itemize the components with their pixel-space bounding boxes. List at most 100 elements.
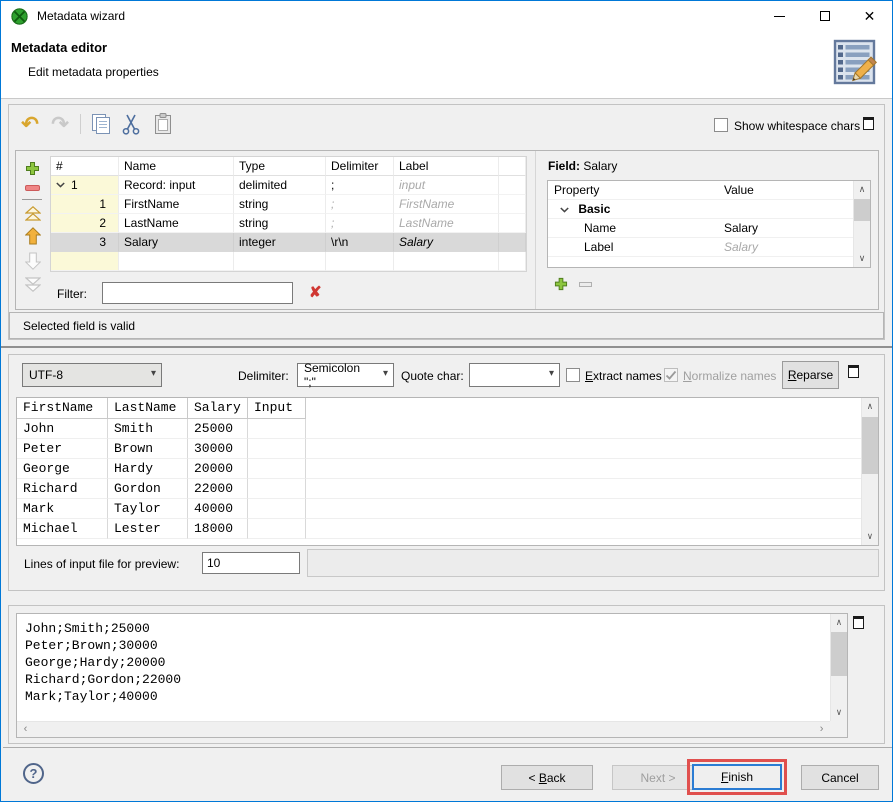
help-button[interactable]: ? [23, 763, 44, 784]
preview-row[interactable]: JohnSmith25000 [17, 419, 861, 439]
reparse-button[interactable]: Reparse [782, 361, 839, 389]
table-row-firstname[interactable]: 1 FirstName string ; FirstName [51, 195, 526, 214]
preview-row[interactable]: GeorgeHardy20000 [17, 459, 861, 479]
scroll-up-icon[interactable]: ∧ [862, 398, 878, 415]
cut-button[interactable] [118, 111, 144, 137]
table-row-salary-selected[interactable]: 3 Salary integer \r\n Salary [51, 233, 526, 252]
copy-icon [89, 112, 113, 136]
col-value[interactable]: Value [718, 181, 853, 200]
col-label[interactable]: Label [394, 157, 499, 176]
scrollbar-thumb[interactable] [862, 417, 878, 474]
scrollbar-thumb[interactable] [831, 632, 847, 676]
move-up-button[interactable] [24, 227, 41, 245]
move-bottom-button[interactable] [24, 277, 41, 292]
maximize-button[interactable] [802, 1, 847, 31]
col-lastname[interactable]: LastName [108, 398, 188, 419]
preview-row[interactable]: MarkTaylor40000 [17, 499, 861, 519]
scroll-up-icon[interactable]: ∧ [831, 614, 847, 631]
scroll-right-icon[interactable]: › [813, 722, 830, 737]
col-delimiter[interactable]: Delimiter [326, 157, 394, 176]
col-num[interactable]: # [51, 157, 119, 176]
table-row-lastname[interactable]: 2 LastName string ; LastName [51, 214, 526, 233]
col-firstname[interactable]: FirstName [17, 398, 108, 419]
page-subtitle: Edit metadata properties [28, 65, 159, 79]
delimiter-label: Delimiter: [238, 369, 289, 383]
check-icon [665, 369, 677, 381]
clear-filter-icon[interactable]: ✘ [309, 283, 322, 301]
redo-button[interactable]: ↷ [47, 111, 73, 137]
property-group-basic[interactable]: Basic [548, 200, 853, 219]
detach-view-icon[interactable] [848, 365, 859, 378]
field-panel-title: Field: Salary [548, 159, 617, 173]
filter-input[interactable] [102, 282, 293, 304]
preview-row[interactable]: RichardGordon22000 [17, 479, 861, 499]
remove-property-button[interactable] [577, 280, 593, 288]
raw-horizontal-scrollbar[interactable]: ‹ › [17, 721, 830, 737]
detach-view-icon[interactable] [853, 616, 864, 629]
quote-char-label: Quote char: [401, 369, 464, 383]
remove-field-button[interactable] [24, 184, 41, 192]
preview-row[interactable]: PeterBrown30000 [17, 439, 861, 459]
undo-button[interactable]: ↶ [17, 111, 43, 137]
raw-line: John;Smith;25000 [25, 620, 829, 637]
delimiter-select[interactable]: Semicolon ";" ▾ [297, 363, 394, 387]
extract-names-checkbox[interactable] [566, 368, 580, 382]
scrollbar-thumb[interactable] [854, 199, 870, 221]
property-row-label[interactable]: Label Salary [548, 238, 853, 257]
show-whitespace-checkbox[interactable] [714, 118, 728, 132]
cancel-button[interactable]: Cancel [801, 765, 879, 790]
preview-row[interactable]: MichaelLester18000 [17, 519, 861, 539]
scroll-down-icon[interactable]: ∨ [831, 704, 847, 721]
scroll-down-icon[interactable]: ∨ [862, 528, 878, 545]
clover-logo-icon [11, 8, 28, 25]
preview-scrollbar[interactable]: ∧ ∨ [861, 398, 878, 545]
col-property[interactable]: Property [548, 181, 718, 200]
minimize-button[interactable] [757, 1, 802, 31]
scroll-down-icon[interactable]: ∨ [854, 250, 870, 267]
property-table: Property Value Basic Name [547, 180, 871, 268]
field-table: # Name Type Delimiter Label 1 Record: in… [50, 156, 527, 272]
panel-divider [535, 151, 536, 309]
col-name[interactable]: Name [119, 157, 234, 176]
back-button[interactable]: < Back [501, 765, 593, 790]
property-table-scrollbar[interactable]: ∧ ∨ [853, 181, 870, 267]
add-property-button[interactable] [553, 276, 569, 292]
move-top-button[interactable] [24, 206, 41, 221]
paste-button[interactable] [150, 111, 176, 137]
normalize-names-checkbox [664, 368, 678, 382]
collapse-chevron-icon[interactable] [560, 207, 569, 213]
move-down-button[interactable] [24, 252, 41, 270]
collapse-chevron-icon[interactable] [56, 182, 65, 188]
toolbar-separator [80, 114, 81, 134]
preview-header: FirstName LastName Salary Input [17, 398, 861, 419]
raw-file-view[interactable]: John;Smith;25000 Peter;Brown;30000 Georg… [16, 613, 848, 738]
close-button[interactable]: ✕ [847, 1, 892, 31]
field-number: 2 [51, 214, 119, 233]
minus-icon [25, 185, 40, 191]
detach-view-icon[interactable] [863, 117, 874, 130]
field-delimiter: \r\n [326, 233, 394, 252]
preview-lines-input[interactable] [202, 552, 300, 574]
section-sash[interactable] [1, 346, 893, 348]
scroll-left-icon[interactable]: ‹ [17, 722, 34, 737]
col-salary[interactable]: Salary [188, 398, 248, 419]
raw-vertical-scrollbar[interactable]: ∧ ∨ [830, 614, 847, 721]
table-row-record[interactable]: 1 Record: input delimited ; input [51, 176, 526, 195]
col-input[interactable]: Input [248, 398, 306, 419]
scroll-up-icon[interactable]: ∧ [854, 181, 870, 198]
copy-button[interactable] [88, 111, 114, 137]
wizard-header: Metadata editor Edit metadata properties [1, 31, 892, 99]
record-delimiter: ; [326, 176, 394, 195]
scrollbar-corner [830, 721, 847, 737]
encoding-select[interactable]: UTF-8 ▾ [22, 363, 162, 387]
minus-icon [579, 282, 592, 287]
quote-char-select[interactable]: ▾ [469, 363, 560, 387]
raw-line: Peter;Brown;30000 [25, 637, 829, 654]
col-type[interactable]: Type [234, 157, 326, 176]
record-number: 1 [71, 176, 78, 194]
property-row-name[interactable]: Name Salary [548, 219, 853, 238]
add-field-button[interactable] [24, 160, 41, 177]
field-delimiter: ; [326, 195, 394, 214]
chevron-down-icon: ▾ [549, 368, 554, 379]
finish-button[interactable]: Finish [692, 764, 782, 790]
